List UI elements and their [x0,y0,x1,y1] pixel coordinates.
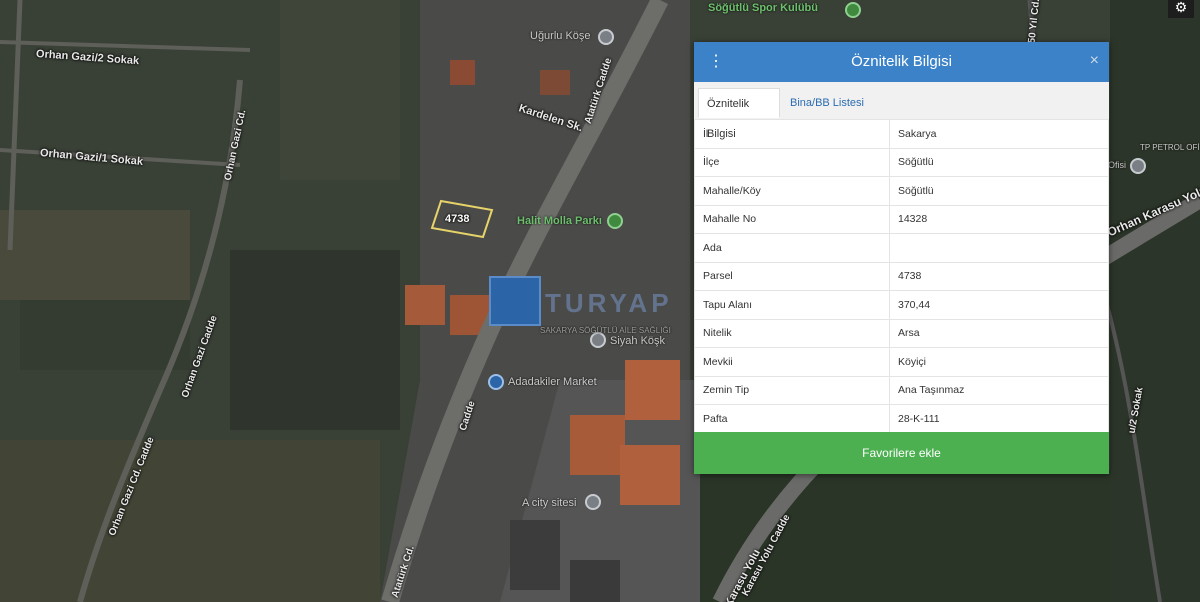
attribute-value: Söğütlü [889,176,1109,206]
attribute-key: Tapu Alanı [694,290,890,320]
attribute-value: 28-K-111 [889,404,1109,434]
watermark-logo [489,276,541,326]
table-row: İlçe Söğütlü [694,147,1109,177]
panel-tabs: Öznitelik Bilgisi Bina/BB Listesi [694,82,1109,140]
table-row: Zemin Tip Ana Taşınmaz [694,375,1109,405]
park-label: Halit Molla Parkı [517,215,602,227]
attribute-value: Ana Taşınmaz [889,375,1109,405]
attribute-key: İlçe [694,147,890,177]
attribute-value: Sakarya [889,119,1109,149]
attribute-value: 4738 [889,261,1109,291]
table-row: Pafta 28-K-111 [694,404,1109,434]
attribute-key: Mahalle/Köy [694,176,890,206]
attribute-key: Ada [694,233,890,263]
attribute-key: Mahalle No [694,204,890,234]
settings-gear-icon[interactable]: ⚙ [1168,0,1194,18]
tab-attribute-info[interactable]: Öznitelik Bilgisi [698,88,780,140]
table-row: Tapu Alanı 370,44 [694,290,1109,320]
panel-header: ⋮ Öznitelik Bilgisi × [694,42,1109,82]
table-row: Mahalle No 14328 [694,204,1109,234]
attribute-key: Parsel [694,261,890,291]
watermark-text: TURYAP [545,288,673,318]
market-icon[interactable] [488,374,504,390]
poi-label: SAKARYA SÖĞÜTLÜ AİLE SAĞLIĞI [540,326,671,335]
table-row: Mahalle/Köy Söğütlü [694,176,1109,206]
attribute-info-panel: ⋮ Öznitelik Bilgisi × Öznitelik Bilgisi … [694,42,1109,474]
attribute-value: 370,44 [889,290,1109,320]
table-row: Nitelik Arsa [694,318,1109,348]
table-row: Parsel 4738 [694,261,1109,291]
attribute-table: İl Sakarya İlçe Söğütlü Mahalle/Köy Söğütlü… [694,119,1109,434]
attribute-key: Pafta [694,404,890,434]
sports-club-icon[interactable] [845,2,861,18]
poi-label: TP PETROL OFİSİ [1140,143,1200,152]
fuel-station-icon[interactable] [1130,158,1146,174]
poi-label: Adadakiler Market [508,376,597,388]
parcel-number-label[interactable]: 4738 [445,213,469,225]
poi-label: Uğurlu Köşe [530,30,591,42]
attribute-key: Zemin Tip [694,375,890,405]
attribute-value: Söğütlü [889,147,1109,177]
poi-label: Söğütlü Spor Kulübü [708,2,818,14]
attribute-value: Köyiçi [889,347,1109,377]
attribute-value: 14328 [889,204,1109,234]
poi-icon[interactable] [598,29,614,45]
tab-building-list[interactable]: Bina/BB Listesi [782,88,872,118]
attribute-key: Mevkii [694,347,890,377]
table-row: İl Sakarya [694,119,1109,149]
table-row: Ada [694,233,1109,263]
attribute-value [889,233,1109,263]
poi-icon[interactable] [585,494,601,510]
close-icon[interactable]: × [1090,52,1099,70]
poi-label: Siyah Köşk [610,335,666,347]
table-row: Mevkii Köyiçi [694,347,1109,377]
attribute-value: Arsa [889,318,1109,348]
poi-label: A city sitesi [522,497,577,509]
panel-title: Öznitelik Bilgisi [851,53,952,70]
attribute-key: İl [694,119,890,149]
park-icon[interactable] [607,213,623,229]
attribute-key: Nitelik [694,318,890,348]
poi-label: Ofisi [1108,160,1126,170]
add-to-favorites-button[interactable]: Favorilere ekle [694,432,1109,474]
